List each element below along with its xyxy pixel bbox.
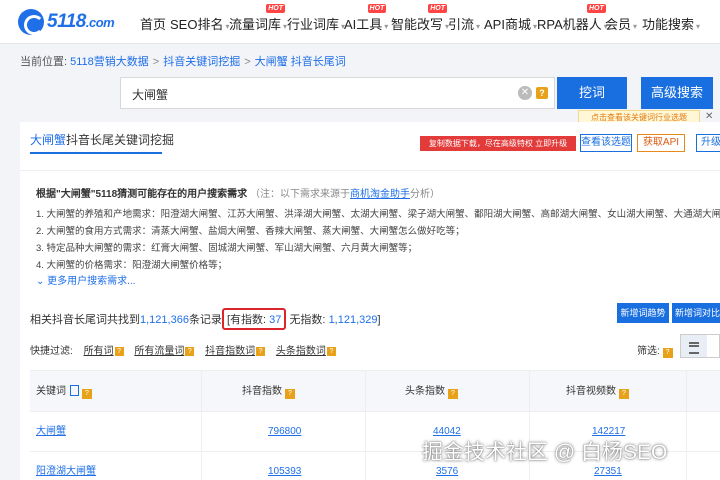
result-stats: 相关抖音长尾词共找到1,121,366条记录 [有指数: 37 无指数: 1,12… — [30, 308, 381, 330]
nav-item[interactable]: 会员 ▾ — [605, 14, 637, 33]
noindex-count[interactable]: 1,121,329 — [329, 314, 378, 326]
keyword-cell[interactable]: 大闸蟹 — [36, 412, 66, 452]
new-words-compare-button[interactable]: 新增词对比 — [672, 303, 720, 323]
logo-text: 5118 — [47, 11, 86, 32]
nav-item-label: AI工具 — [344, 17, 383, 32]
panel-title-text: 抖音长尾关键词挖掘 — [66, 133, 175, 147]
hot-badge: HOT — [367, 4, 387, 13]
douyin-index-cell[interactable]: 105393 — [268, 452, 301, 480]
hot-badge: HOT — [428, 4, 448, 13]
filter-traffic-words[interactable]: 所有流量词? — [134, 346, 195, 357]
nav-item[interactable]: 功能搜索 ▾ — [642, 14, 700, 33]
search-value: 大闸蟹 — [132, 88, 169, 102]
nav-item[interactable]: SEO排名 ▾ — [170, 14, 229, 33]
upgrade-banner[interactable]: 复制数据下载，尽在高级特权 立即升级 — [420, 136, 576, 151]
chevron-down-icon: ⌄ — [36, 276, 48, 287]
table-header: 关键词? 抖音指数? 头条指数? 抖音视频数? — [30, 370, 720, 412]
hot-badge: HOT — [587, 4, 606, 13]
dig-button[interactable]: 挖词 — [557, 77, 627, 109]
filter-douyin-index-words[interactable]: 抖音指数词? — [205, 346, 266, 357]
panel-divider — [20, 170, 720, 171]
copy-icon[interactable] — [70, 385, 79, 396]
indexed-count-highlight: [有指数: 37 — [221, 308, 287, 330]
nav-item[interactable]: RPA机器人 ▾ HOT — [537, 4, 608, 33]
help-icon[interactable]: ? — [536, 87, 548, 99]
column-header-video-count[interactable]: 抖音视频数? — [566, 371, 629, 413]
logo-mark-icon — [18, 9, 44, 35]
nav-item-label: 引流 — [448, 17, 475, 32]
panel-title[interactable]: 大闸蟹抖音长尾关键词挖掘 — [30, 131, 174, 148]
get-api-button[interactable]: 获取API — [637, 134, 685, 152]
chevron-down-icon: ▾ — [696, 22, 701, 31]
nav-item-label: 智能改写 — [391, 17, 444, 32]
nav-item-label: API商城 — [484, 17, 531, 32]
watermark: 掘金技术社区 @ 白杨SEO — [422, 441, 668, 464]
clear-icon[interactable]: ✕ — [518, 86, 532, 100]
search-input[interactable]: 大闸蟹 ✕ ? — [120, 77, 555, 109]
needs-heading: 根据"大闸蟹"5118猜测可能存在的用户搜索需求 （注：以下需求来源于商机淘金助… — [36, 189, 440, 200]
chevron-down-icon: ▾ — [384, 22, 389, 31]
view-topics-button[interactable]: 查看该选题 — [580, 134, 632, 152]
nav-item-label: 流量词库 — [229, 17, 282, 32]
nav-item-label: 行业词库 — [287, 17, 340, 32]
nav-item[interactable]: 引流 ▾ — [448, 14, 480, 33]
panel-title-keyword: 大闸蟹 — [30, 133, 67, 147]
quick-filters: 快捷过滤: 所有词? 所有流量词? 抖音指数词? 头条指数词? — [30, 342, 336, 357]
breadcrumb-prefix: 当前位置: — [20, 56, 68, 68]
logo-suffix: .com — [85, 15, 115, 30]
nav-item[interactable]: 智能改写 ▾ HOT — [391, 4, 449, 33]
need-line: 3. 特定品种大闸蟹的需求：红膏大闸蟹、固城湖大闸蟹、军山湖大闸蟹、六月黄大闸蟹… — [36, 243, 418, 254]
nav-item-label: SEO排名 — [170, 17, 224, 32]
nav-item[interactable]: AI工具 ▾ HOT — [344, 4, 389, 33]
column-header-keyword[interactable]: 关键词? — [36, 371, 92, 413]
nav-item[interactable]: 首页 — [140, 14, 166, 33]
site-logo[interactable]: 5118.com — [18, 9, 115, 35]
breadcrumb-item[interactable]: 抖音关键词挖掘 — [163, 56, 240, 68]
column-header-douyin-index[interactable]: 抖音指数? — [242, 371, 295, 413]
chevron-down-icon: ▾ — [633, 22, 638, 31]
view-toggle[interactable] — [680, 334, 720, 358]
nav-item-label: 首页 — [140, 17, 167, 32]
nav-item[interactable]: API商城 ▾ — [484, 14, 537, 33]
breadcrumb-item[interactable]: 5118营销大数据 — [70, 56, 149, 68]
upgrade-button[interactable]: 升级 — [696, 134, 720, 152]
filter-label[interactable]: 筛选: ? — [637, 342, 673, 358]
top-navbar: 5118.com 首页 SEO排名 ▾ 流量词库 ▾ HOT 行业词库 ▾ AI工具 ▾ HOT 智能… — [0, 0, 720, 44]
keyword-cell[interactable]: 阳澄湖大闸蟹 — [36, 452, 96, 480]
chevron-down-icon: ▾ — [476, 22, 481, 31]
indexed-count[interactable]: 37 — [269, 314, 281, 326]
needs-source-link[interactable]: 商机淘金助手 — [350, 189, 410, 200]
column-header-toutiao-index[interactable]: 头条指数? — [405, 371, 458, 413]
user-needs: 根据"大闸蟹"5118猜测可能存在的用户搜索需求 （注：以下需求来源于商机淘金助… — [36, 185, 720, 274]
active-tab-underline — [30, 152, 162, 154]
breadcrumb-item[interactable]: 大闸蟹 抖音长尾词 — [255, 56, 346, 68]
total-count: 1,121,366 — [140, 314, 189, 326]
new-words-trend-button[interactable]: 新增词趋势 — [617, 303, 669, 323]
nav-item-label: RPA机器人 — [537, 17, 602, 32]
filter-toutiao-index-words[interactable]: 头条指数词? — [276, 346, 336, 357]
list-view-icon[interactable] — [681, 335, 707, 357]
close-icon[interactable]: ✕ — [705, 111, 713, 122]
advanced-search-button[interactable]: 高级搜索 — [641, 77, 713, 109]
hot-badge: HOT — [266, 4, 286, 13]
nav-item-label: 功能搜索 — [642, 17, 695, 32]
need-line: 1. 大闸蟹的养殖和产地需求：阳澄湖大闸蟹、江苏大闸蟹、洪泽湖大闸蟹、太湖大闸蟹… — [36, 209, 720, 220]
filter-all-words[interactable]: 所有词? — [84, 346, 124, 357]
need-line: 2. 大闸蟹的食用方式需求：清蒸大闸蟹、盐焗大闸蟹、香辣大闸蟹、蒸大闸蟹、大闸蟹… — [36, 226, 465, 237]
nav-item-label: 会员 — [605, 17, 632, 32]
nav-item[interactable]: 流量词库 ▾ HOT — [229, 4, 287, 33]
help-icon: ? — [662, 348, 673, 358]
douyin-index-cell[interactable]: 796800 — [268, 412, 301, 452]
need-line: 4. 大闸蟹的价格需求：阳澄湖大闸蟹价格等； — [36, 260, 228, 271]
more-needs-link[interactable]: ⌄ 更多用户搜索需求... — [36, 272, 136, 287]
nav-item[interactable]: 行业词库 ▾ — [287, 14, 345, 33]
breadcrumb: 当前位置: 5118营销大数据 > 抖音关键词挖掘 > 大闸蟹 抖音长尾词 — [20, 56, 346, 68]
